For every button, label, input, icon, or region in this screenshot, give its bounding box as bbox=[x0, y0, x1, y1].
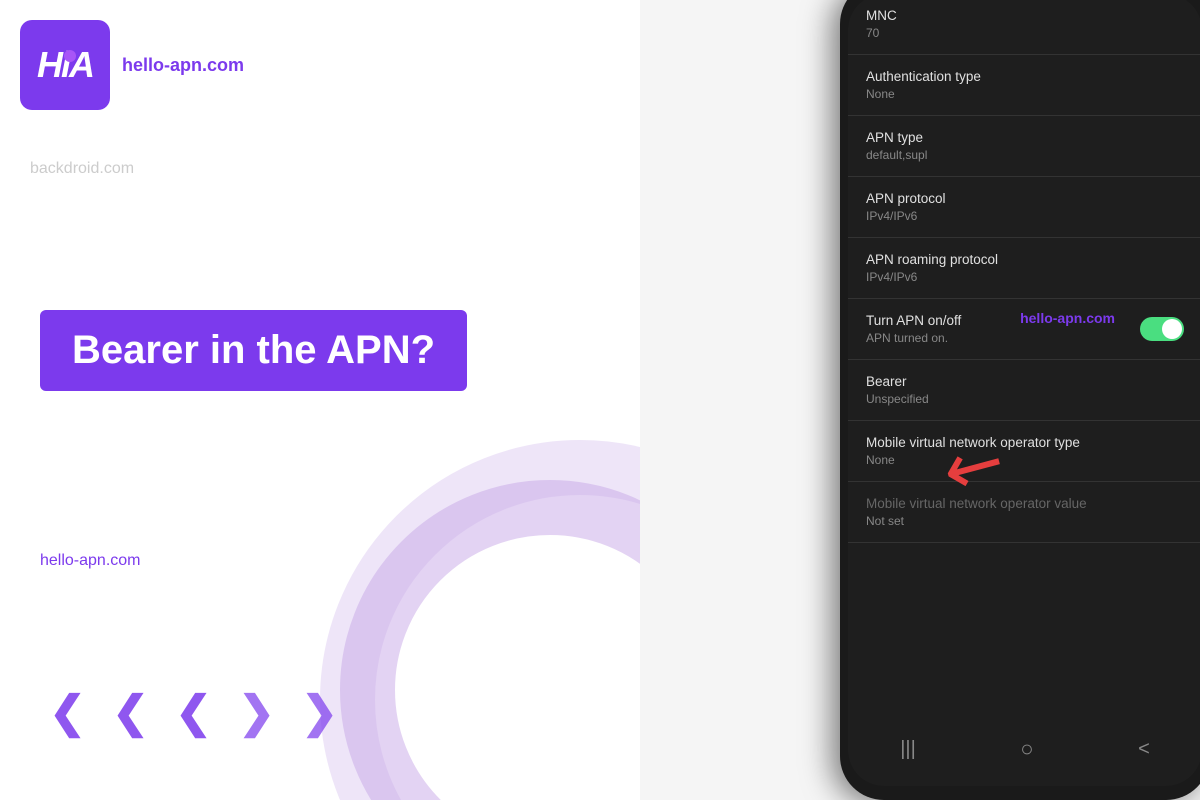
setting-apn-type-label: APN type bbox=[866, 130, 1184, 145]
setting-apn-protocol[interactable]: APN protocol IPv4/IPv6 bbox=[848, 177, 1200, 238]
headline-banner: Bearer in the APN? bbox=[40, 310, 467, 391]
logo-dot bbox=[64, 50, 76, 62]
chevron-left-3: ❮ bbox=[166, 685, 221, 740]
setting-apn-type[interactable]: APN type default,supl bbox=[848, 116, 1200, 177]
phone-watermark: hello-apn.com bbox=[1020, 310, 1115, 326]
setting-bearer-label: Bearer bbox=[866, 374, 1184, 389]
bottom-nav-bar: ||| ○ < bbox=[848, 728, 1200, 770]
left-panel: HiA hello-apn.com backdroid.com Bearer i… bbox=[0, 0, 680, 800]
setting-apn-protocol-label: APN protocol bbox=[866, 191, 1184, 206]
logo-letters: HiA bbox=[37, 44, 93, 86]
setting-auth-type-value: None bbox=[866, 87, 1184, 101]
setting-mvno-type-label: Mobile virtual network operator type bbox=[866, 435, 1184, 450]
setting-apn-roaming-label: APN roaming protocol bbox=[866, 252, 1184, 267]
right-panel: MNC 70 Authentication type None APN type… bbox=[640, 0, 1200, 800]
bottom-url: hello-apn.com bbox=[40, 552, 141, 570]
setting-apn-roaming-value: IPv4/IPv6 bbox=[866, 270, 1184, 284]
setting-mvno-value[interactable]: Mobile virtual network operator value No… bbox=[848, 482, 1200, 543]
phone-screen: MNC 70 Authentication type None APN type… bbox=[848, 0, 1200, 786]
setting-apn-onoff-value: APN turned on. bbox=[866, 331, 961, 345]
setting-mvno-value-val: Not set bbox=[866, 514, 1184, 528]
chevrons-decoration: ❮ ❮ ❮ ❯ ❯ bbox=[40, 685, 347, 740]
setting-mnc[interactable]: MNC 70 bbox=[848, 0, 1200, 55]
chevron-right-2: ❯ bbox=[292, 685, 347, 740]
logo-area: HiA hello-apn.com bbox=[20, 20, 244, 110]
setting-apn-type-value: default,supl bbox=[866, 148, 1184, 162]
setting-mvno-type[interactable]: Mobile virtual network operator type Non… bbox=[848, 421, 1200, 482]
setting-auth-type[interactable]: Authentication type None bbox=[848, 55, 1200, 116]
setting-apn-onoff[interactable]: Turn APN on/off APN turned on. bbox=[848, 299, 1200, 360]
setting-bearer[interactable]: Bearer Unspecified bbox=[848, 360, 1200, 421]
setting-mnc-value: 70 bbox=[866, 26, 1184, 40]
watermark-text: backdroid.com bbox=[30, 160, 134, 178]
setting-mvno-value-label: Mobile virtual network operator value bbox=[866, 496, 1184, 511]
chevron-right-1: ❯ bbox=[229, 685, 284, 740]
settings-list: MNC 70 Authentication type None APN type… bbox=[848, 0, 1200, 786]
setting-apn-onoff-label: Turn APN on/off bbox=[866, 313, 961, 328]
nav-home-icon[interactable]: ○ bbox=[1020, 736, 1033, 762]
site-url-header: hello-apn.com bbox=[122, 55, 244, 76]
setting-apn-onoff-text: Turn APN on/off APN turned on. bbox=[866, 313, 961, 345]
headline-text: Bearer in the APN? bbox=[72, 328, 435, 372]
nav-back-icon[interactable]: < bbox=[1138, 738, 1150, 761]
nav-recent-icon[interactable]: ||| bbox=[900, 738, 916, 761]
setting-apn-roaming[interactable]: APN roaming protocol IPv4/IPv6 bbox=[848, 238, 1200, 299]
purple-arc-decoration-2 bbox=[320, 440, 680, 800]
setting-mvno-type-value: None bbox=[866, 453, 1184, 467]
apn-toggle-switch[interactable] bbox=[1140, 317, 1184, 341]
setting-apn-protocol-value: IPv4/IPv6 bbox=[866, 209, 1184, 223]
toggle-knob bbox=[1162, 319, 1182, 339]
phone-shell: MNC 70 Authentication type None APN type… bbox=[840, 0, 1200, 800]
chevron-left-2: ❮ bbox=[103, 685, 158, 740]
chevron-left-1: ❮ bbox=[40, 685, 95, 740]
setting-auth-type-label: Authentication type bbox=[866, 69, 1184, 84]
setting-mnc-label: MNC bbox=[866, 8, 1184, 23]
setting-bearer-value: Unspecified bbox=[866, 392, 1184, 406]
logo-box: HiA bbox=[20, 20, 110, 110]
